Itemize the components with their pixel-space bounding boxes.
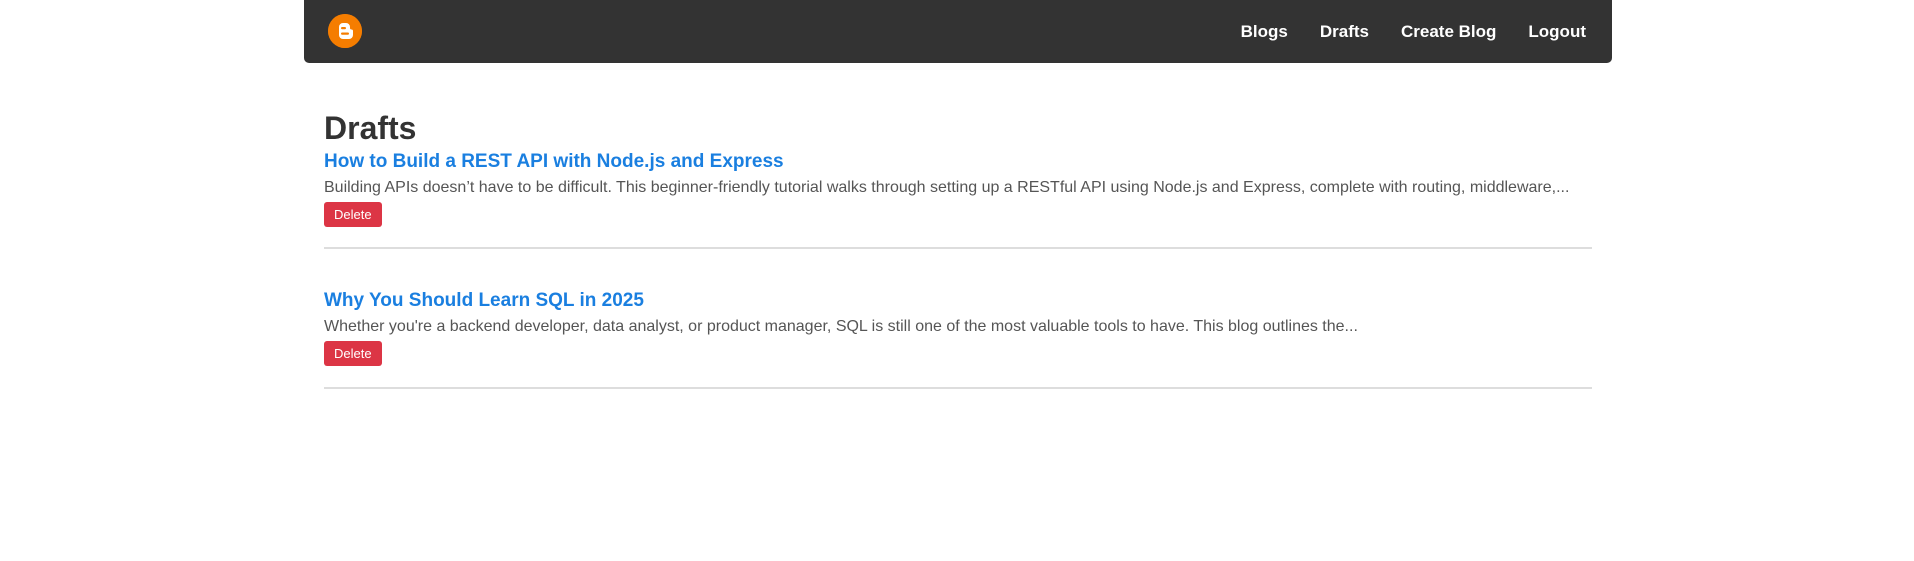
draft-excerpt: Building APIs doesn’t have to be difficu…	[324, 179, 1570, 196]
nav-links: Blogs Drafts Create Blog Logout	[1209, 0, 1586, 63]
blogger-logo-icon[interactable]	[328, 14, 362, 48]
draft-item: How to Build a REST API with Node.js and…	[324, 148, 1592, 249]
nav-link-create-blog[interactable]: Create Blog	[1401, 22, 1496, 42]
delete-button[interactable]: Delete	[324, 341, 382, 366]
draft-excerpt: Whether you're a backend developer, data…	[324, 318, 1358, 335]
page-title: Drafts	[324, 110, 417, 146]
draft-title-link[interactable]: How to Build a REST API with Node.js and…	[324, 150, 1592, 174]
nav-link-drafts[interactable]: Drafts	[1320, 22, 1369, 42]
draft-title-link[interactable]: Why You Should Learn SQL in 2025	[324, 289, 1592, 313]
delete-button[interactable]: Delete	[324, 202, 382, 227]
nav-link-blogs[interactable]: Blogs	[1241, 22, 1288, 42]
nav-link-logout[interactable]: Logout	[1528, 22, 1586, 42]
blogger-logo-glyph	[328, 14, 362, 48]
main-content: Drafts How to Build a REST API with Node…	[324, 108, 1592, 389]
draft-item: Why You Should Learn SQL in 2025 Whether…	[324, 289, 1592, 389]
top-navbar: Blogs Drafts Create Blog Logout	[304, 0, 1612, 63]
